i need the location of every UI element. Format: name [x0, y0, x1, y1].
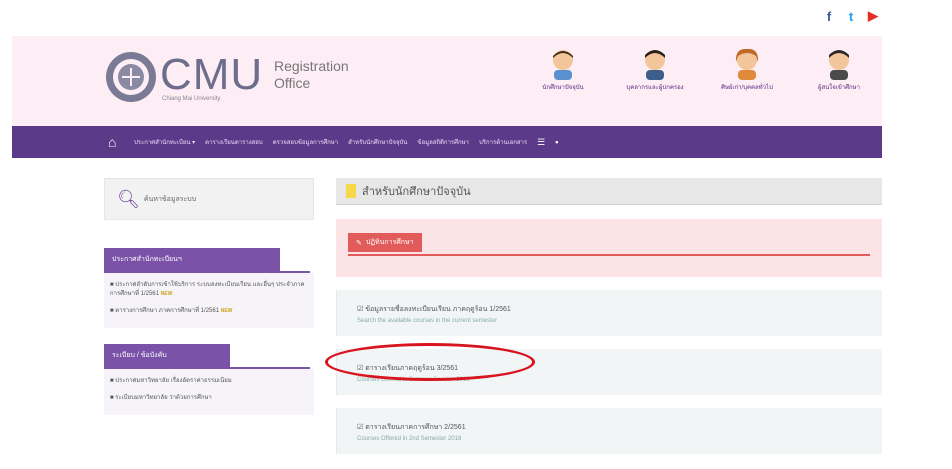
regulations-list: ■ ประกาศมหาวิทยาลัย เรื่องอัตราค่าธรรมเน…: [104, 369, 314, 415]
office-line-1: Registration: [274, 58, 349, 74]
twitter-icon[interactable]: t: [844, 8, 858, 24]
avatar-staff[interactable]: บุคลากรและผู้ปกครอง: [620, 48, 690, 92]
avatar-alumni[interactable]: ศิษย์เก่า/บุคคลทั่วไป: [712, 48, 782, 92]
card-title[interactable]: ☑ ตารางเรียนภาคการศึกษา 2/2561: [357, 422, 466, 433]
social-links: f t ▶: [822, 8, 880, 24]
highlight-circle: [325, 343, 535, 381]
page-title: สำหรับนักศึกษาปัจจุบัน: [362, 186, 471, 198]
card-subtitle: Courses Offered in 2nd Semester 2018: [357, 436, 462, 442]
avatar-label: ศิษย์เก่า/บุคคลทั่วไป: [721, 85, 773, 91]
logo-text[interactable]: CMU: [160, 50, 263, 100]
list-item[interactable]: ■ ตารางการศึกษา ภาคการศึกษาที่ 1/2561 NE…: [110, 307, 308, 316]
nav-item-current-students[interactable]: สำหรับนักศึกษาปัจจุบัน: [348, 137, 407, 147]
course-card[interactable]: ☑ ข้อมูลรายชื่อลงทะเบียนเรียน ภาคฤดูร้อน…: [336, 290, 882, 336]
avatar-label: บุคลากรและผู้ปกครอง: [626, 85, 684, 91]
nav-item-statistics[interactable]: ข้อมูลสถิติการศึกษา: [417, 137, 469, 147]
nav-item-check-records[interactable]: ตรวจสอบข้อมูลการศึกษา: [273, 137, 338, 147]
avatar-label: ผู้สนใจเข้าศึกษา: [817, 85, 860, 91]
home-icon[interactable]: ⌂: [108, 134, 124, 150]
staff-avatar-icon: [645, 50, 665, 80]
youtube-icon[interactable]: ▶: [866, 8, 880, 24]
avatar-prospective[interactable]: ผู้สนใจเข้าศึกษา: [804, 48, 874, 92]
calendar-badge[interactable]: ✎ ปฏิทินการศึกษา: [348, 233, 422, 252]
sidebar: 🔍︎ ค้นหาข้อมูลระบบ ประกาศสำนักทะเบียนฯ ■…: [104, 178, 314, 415]
avatar-current-students[interactable]: นักศึกษาปัจจุบัน: [528, 48, 598, 92]
search-icon[interactable]: 🔍︎: [117, 189, 140, 210]
square-icon[interactable]: ▪: [555, 137, 558, 147]
avatar-label: นักศึกษาปัจจุบัน: [542, 85, 584, 91]
list-item[interactable]: ■ ประกาศลำดับการเข้าใช้บริการ ระบบลงทะเบ…: [110, 281, 308, 299]
divider: [348, 254, 870, 256]
nav-item-schedules[interactable]: ตารางเรียนตารางสอบ: [205, 137, 263, 147]
edit-icon: ✎: [356, 239, 362, 247]
alumni-avatar-icon: [735, 48, 759, 80]
course-card[interactable]: ☑ ตารางเรียนภาคการศึกษา 2/2561 Courses O…: [336, 408, 882, 454]
card-title[interactable]: ☑ ข้อมูลรายชื่อลงทะเบียนเรียน ภาคฤดูร้อน…: [357, 304, 511, 315]
main-navigation: ⌂ ประกาศสำนักทะเบียน ▾ ตารางเรียนตารางสอ…: [12, 126, 882, 158]
page-title-bar: สำหรับนักศึกษาปัจจุบัน: [336, 178, 882, 205]
user-group-links: นักศึกษาปัจจุบัน บุคลากรและผู้ปกครอง ศิษ…: [528, 48, 874, 92]
new-badge: NEW: [220, 308, 233, 314]
menu-icon[interactable]: ☰: [537, 137, 545, 148]
list-item[interactable]: ■ ระเบียบมหาวิทยาลัย ว่าด้วยการศึกษา: [110, 394, 308, 403]
regulation-link[interactable]: ประกาศมหาวิทยาลัย เรื่องอัตราค่าธรรมเนีย…: [115, 378, 231, 384]
main-content: สำหรับนักศึกษาปัจจุบัน ✎ ปฏิทินการศึกษา …: [336, 178, 882, 454]
announcements-heading: ประกาศสำนักทะเบียนฯ: [104, 248, 280, 271]
student-avatar-icon: [553, 50, 573, 80]
logo-subtitle: Chiang Mai University: [162, 96, 221, 102]
new-badge: NEW: [160, 291, 173, 297]
calendar-section: ✎ ปฏิทินการศึกษา: [336, 219, 882, 277]
prospective-avatar-icon: [829, 50, 849, 80]
search-box[interactable]: 🔍︎ ค้นหาข้อมูลระบบ: [104, 178, 314, 220]
card-subtitle: Search the available courses in the curr…: [357, 318, 498, 324]
nav-item-documents[interactable]: บริการด้านเอกสาร: [479, 137, 527, 147]
title-marker-icon: [346, 184, 356, 198]
announcement-link[interactable]: ประกาศลำดับการเข้าใช้บริการ ระบบลงทะเบีย…: [110, 282, 305, 297]
calendar-badge-label: ปฏิทินการศึกษา: [365, 239, 414, 246]
regulations-heading: ระเบียบ / ข้อบังคับ: [104, 344, 230, 367]
facebook-icon[interactable]: f: [822, 8, 836, 24]
office-title: Registration Office: [274, 58, 349, 92]
regulation-link[interactable]: ระเบียบมหาวิทยาลัย ว่าด้วยการศึกษา: [115, 395, 212, 401]
site-header: CMU Chiang Mai University Registration O…: [12, 36, 882, 126]
cmu-logo-icon[interactable]: [104, 50, 158, 104]
list-item[interactable]: ■ ประกาศมหาวิทยาลัย เรื่องอัตราค่าธรรมเน…: [110, 377, 308, 386]
announcements-list: ■ ประกาศลำดับการเข้าใช้บริการ ระบบลงทะเบ…: [104, 273, 314, 328]
office-line-2: Office: [274, 75, 311, 91]
search-label: ค้นหาข้อมูลระบบ: [143, 195, 197, 203]
nav-item-announcements[interactable]: ประกาศสำนักทะเบียน ▾: [134, 137, 195, 147]
announcement-link[interactable]: ตารางการศึกษา ภาคการศึกษาที่ 1/2561: [115, 308, 219, 314]
